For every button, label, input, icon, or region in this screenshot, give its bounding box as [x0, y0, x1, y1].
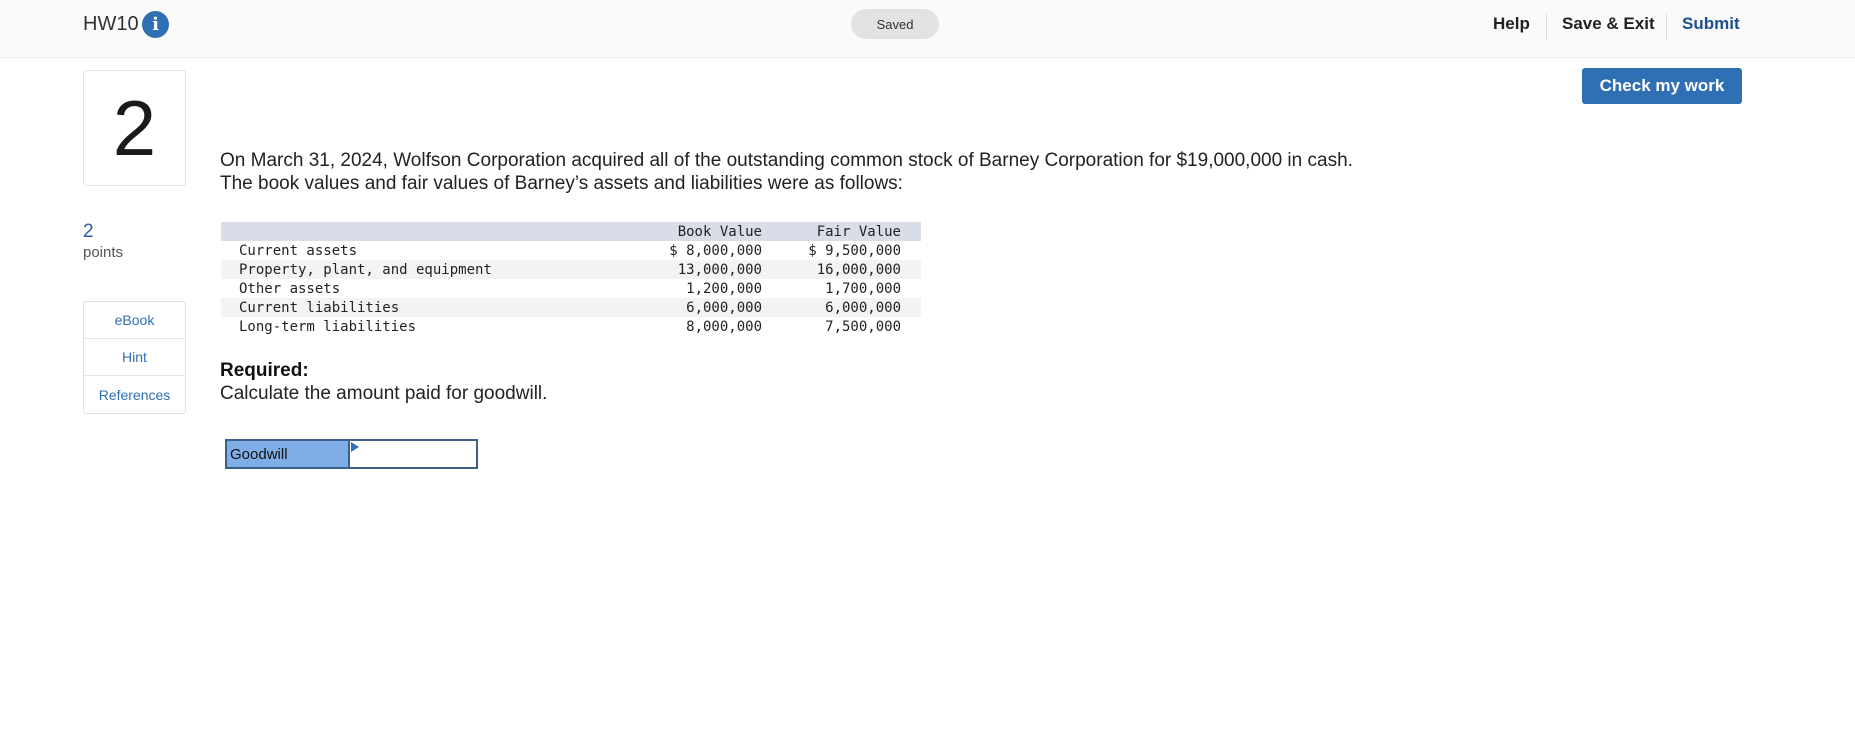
table-header-fair-value: Fair Value: [816, 223, 901, 240]
row-label: Long-term liabilities: [239, 318, 417, 335]
table-header-book-value: Book Value: [677, 223, 762, 240]
submit-link[interactable]: Submit: [1682, 14, 1740, 34]
prompt-line: On March 31, 2024, Wolfson Corporation a…: [220, 150, 1353, 171]
goodwill-answer-row: Goodwill: [225, 439, 478, 469]
references-link[interactable]: References: [84, 376, 185, 413]
help-link[interactable]: Help: [1493, 14, 1530, 34]
nav-divider: [1546, 14, 1547, 40]
row-label: Property, plant, and equipment: [239, 261, 492, 278]
saved-status-badge: Saved: [851, 9, 939, 39]
row-fair-value: $ 9,500,000: [808, 242, 901, 259]
table-row: Current liabilities 6,000,000 6,000,000: [221, 298, 921, 317]
assignment-title: HW10: [83, 13, 139, 35]
question-prompt: On March 31, 2024, Wolfson Corporation a…: [220, 149, 1520, 195]
row-fair-value: 1,700,000: [825, 280, 901, 297]
row-book-value: 6,000,000: [686, 299, 762, 316]
row-fair-value: 16,000,000: [816, 261, 901, 278]
row-book-value: 8,000,000: [686, 318, 762, 335]
row-fair-value: 6,000,000: [825, 299, 901, 316]
row-book-value: $ 8,000,000: [669, 242, 762, 259]
save-exit-link[interactable]: Save & Exit: [1562, 14, 1655, 34]
info-icon[interactable]: i: [142, 11, 169, 38]
table-row: Current assets $ 8,000,000 $ 9,500,000: [221, 241, 921, 260]
row-label: Current liabilities: [239, 299, 400, 316]
table-row: Long-term liabilities 8,000,000 7,500,00…: [221, 317, 921, 336]
table-row: Property, plant, and equipment 13,000,00…: [221, 260, 921, 279]
row-fair-value: 7,500,000: [825, 318, 901, 335]
top-bar: HW10 i Saved Help Save & Exit Submit: [0, 0, 1855, 58]
values-table: Book Value Fair Value Current assets $ 8…: [221, 222, 921, 336]
resource-panel: eBook Hint References: [83, 301, 186, 414]
points-label: points: [83, 244, 124, 261]
row-label: Current assets: [239, 242, 358, 259]
goodwill-cell[interactable]: [350, 441, 476, 467]
required-heading: Required:: [220, 360, 309, 381]
row-book-value: 13,000,000: [677, 261, 762, 278]
nav-divider: [1666, 14, 1667, 40]
table-header-row: Book Value Fair Value: [221, 222, 921, 241]
hint-link[interactable]: Hint: [84, 339, 185, 376]
check-my-work-button[interactable]: Check my work: [1582, 68, 1742, 104]
row-book-value: 1,200,000: [686, 280, 762, 297]
ebook-link[interactable]: eBook: [84, 302, 185, 339]
row-label: Other assets: [239, 280, 341, 297]
prompt-line: The book values and fair values of Barne…: [220, 173, 903, 194]
goodwill-label: Goodwill: [227, 441, 350, 467]
points-value: 2: [83, 221, 94, 242]
required-text: Calculate the amount paid for goodwill.: [220, 383, 548, 404]
goodwill-input[interactable]: [350, 441, 476, 467]
question-number: 2: [83, 70, 186, 186]
cell-flag-icon: [351, 442, 359, 452]
table-row: Other assets 1,200,000 1,700,000: [221, 279, 921, 298]
